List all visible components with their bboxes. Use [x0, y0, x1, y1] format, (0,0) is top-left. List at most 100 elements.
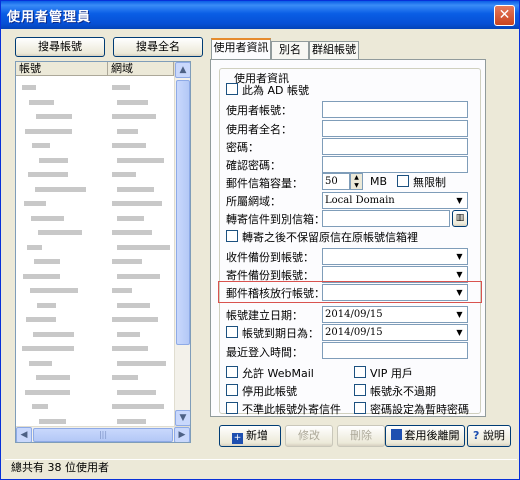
list-item[interactable]	[16, 196, 174, 210]
edit-button[interactable]: 修改	[285, 425, 333, 447]
list-item[interactable]	[16, 356, 174, 370]
obscured-account	[34, 259, 60, 264]
close-button[interactable]: ✕	[494, 5, 515, 26]
save-icon	[390, 429, 402, 440]
unlimited-checkbox[interactable]	[397, 175, 409, 187]
user-info-group: 使用者資訊 此為 AD 帳號 使用者帳號： 使用者全名： 密碼： 確認密碼： 郵…	[218, 68, 482, 416]
recv-backup-select[interactable]: ▼	[322, 248, 468, 265]
address-book-icon[interactable]: ▥	[452, 210, 468, 227]
obscured-account	[25, 389, 70, 395]
search-fullname-button[interactable]: 搜尋全名	[113, 37, 203, 57]
created-date-label: 帳號建立日期：	[226, 309, 303, 322]
obscured-account	[39, 418, 66, 424]
list-item[interactable]	[16, 327, 174, 341]
tab-alias[interactable]: 別名	[271, 41, 309, 59]
column-header-domain[interactable]: 網域	[108, 62, 174, 76]
forward-input[interactable]	[322, 210, 450, 227]
fullname-input[interactable]	[322, 120, 468, 137]
chevron-down-icon[interactable]: ▼	[452, 307, 467, 322]
list-item[interactable]	[16, 153, 174, 167]
list-item[interactable]	[16, 269, 174, 283]
obscured-domain	[112, 288, 132, 293]
scroll-right-icon[interactable]: ▶	[174, 427, 190, 442]
status-bar: 總共有 38 位使用者	[5, 459, 517, 477]
never-expire-checkbox[interactable]	[354, 384, 366, 396]
no-external-checkbox[interactable]	[226, 402, 238, 414]
account-input[interactable]	[322, 101, 468, 118]
mailbox-unit: MB	[370, 175, 388, 188]
list-item[interactable]	[16, 399, 174, 413]
apply-close-button[interactable]: 套用後離開	[385, 425, 465, 447]
scroll-left-icon[interactable]: ◀	[16, 427, 32, 442]
chevron-down-icon[interactable]: ▼	[452, 193, 467, 208]
allow-webmail-checkbox[interactable]	[226, 366, 238, 378]
expire-date-select[interactable]: 2014/09/15 ▼	[322, 324, 468, 341]
confirm-password-input[interactable]	[322, 156, 468, 173]
obscured-domain	[117, 331, 140, 337]
chevron-down-icon[interactable]: ▼	[452, 325, 467, 340]
ad-account-checkbox[interactable]	[226, 83, 238, 95]
tab-group-accounts[interactable]: 群組帳號	[309, 41, 359, 59]
no-keep-checkbox[interactable]	[226, 230, 238, 242]
obscured-domain	[117, 360, 166, 366]
never-expire-label: 帳號永不過期	[370, 385, 436, 398]
user-manager-window: 使用者管理員 ✕ 搜尋帳號 搜尋全名 帳號 網域 ▲ ▼ ◀ ||| ▶ 使用者…	[0, 0, 520, 480]
search-account-button[interactable]: 搜尋帳號	[15, 37, 105, 57]
disable-account-checkbox[interactable]	[226, 384, 238, 396]
list-item[interactable]	[16, 211, 174, 225]
title-bar[interactable]: 使用者管理員 ✕	[1, 1, 519, 29]
obscured-account	[36, 375, 70, 380]
obscured-account	[38, 230, 82, 235]
unlimited-label: 無限制	[413, 176, 446, 189]
password-input[interactable]	[322, 138, 468, 155]
obscured-domain	[117, 244, 170, 250]
vertical-scrollbar[interactable]: ▲ ▼	[174, 62, 190, 426]
list-item[interactable]	[16, 283, 174, 297]
chevron-down-icon[interactable]: ▼	[452, 249, 467, 264]
window-title: 使用者管理員	[7, 10, 92, 25]
list-item[interactable]	[16, 109, 174, 123]
mailbox-quota-input[interactable]: 50	[322, 173, 350, 190]
list-item[interactable]	[16, 225, 174, 239]
scroll-down-icon[interactable]: ▼	[175, 410, 190, 426]
list-item[interactable]	[16, 385, 174, 399]
quota-spinner[interactable]: ▲ ▼	[350, 173, 363, 190]
help-button[interactable]: ? 說明	[467, 425, 511, 447]
horizontal-scroll-thumb[interactable]: |||	[33, 428, 173, 442]
scroll-thumb[interactable]	[176, 80, 190, 345]
list-item[interactable]	[16, 370, 174, 384]
domain-select[interactable]: Local Domain ▼	[322, 192, 468, 209]
list-item[interactable]	[16, 95, 174, 109]
column-header-account[interactable]: 帳號	[16, 62, 108, 76]
obscured-account	[24, 201, 46, 206]
user-info-panel: 使用者資訊 此為 AD 帳號 使用者帳號： 使用者全名： 密碼： 確認密碼： 郵…	[210, 59, 486, 417]
list-item[interactable]	[16, 182, 174, 196]
list-item[interactable]	[16, 138, 174, 152]
vip-checkbox[interactable]	[354, 366, 366, 378]
chevron-down-icon[interactable]: ▼	[452, 285, 467, 300]
chevron-down-icon[interactable]: ▼	[452, 267, 467, 282]
fullname-label: 使用者全名：	[226, 123, 292, 136]
expire-checkbox[interactable]	[226, 326, 238, 338]
temp-password-checkbox[interactable]	[354, 402, 366, 414]
obscured-domain	[117, 157, 164, 163]
password-label: 密碼：	[226, 141, 259, 154]
horizontal-scrollbar[interactable]: ◀ ||| ▶	[16, 426, 190, 442]
audit-select[interactable]: ▼	[322, 284, 468, 301]
obscured-domain	[117, 99, 148, 105]
delete-button[interactable]: 刪除	[337, 425, 385, 447]
scroll-up-icon[interactable]: ▲	[175, 62, 190, 78]
list-item[interactable]	[16, 341, 174, 355]
list-item[interactable]	[16, 298, 174, 312]
list-item[interactable]	[16, 167, 174, 181]
list-item[interactable]	[16, 254, 174, 268]
list-item[interactable]	[16, 240, 174, 254]
list-item[interactable]	[16, 80, 174, 94]
list-item[interactable]	[16, 312, 174, 326]
obscured-domain	[117, 418, 146, 424]
tab-user-info[interactable]: 使用者資訊	[211, 38, 271, 60]
list-item[interactable]	[16, 124, 174, 138]
created-date-select[interactable]: 2014/09/15 ▼	[322, 306, 468, 323]
add-button[interactable]: + 新增	[219, 425, 281, 447]
user-list[interactable]: 帳號 網域 ▲ ▼ ◀ ||| ▶	[15, 61, 191, 443]
